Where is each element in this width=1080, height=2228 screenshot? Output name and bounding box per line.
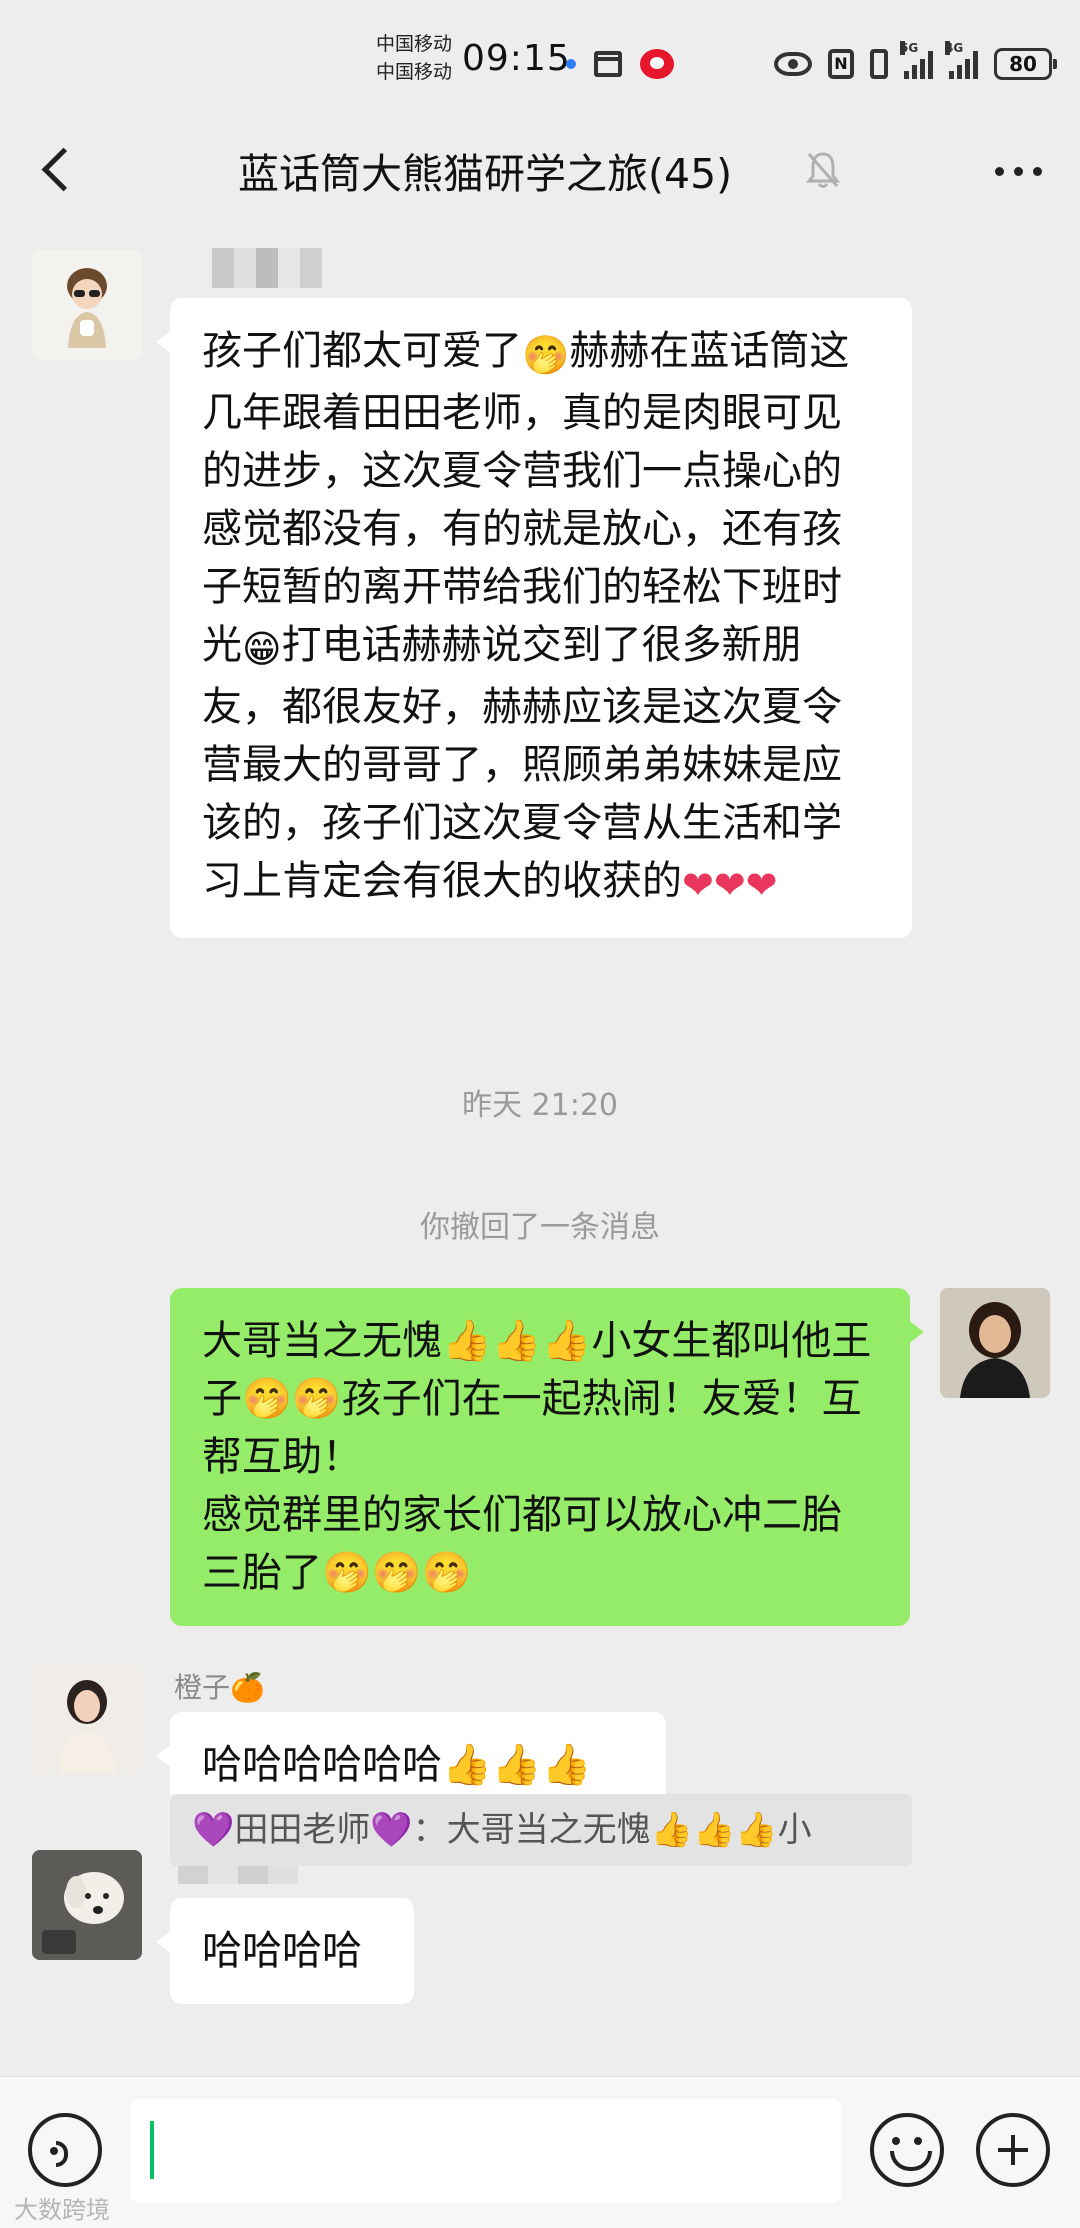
- timestamp: 昨天 21:20: [462, 1088, 618, 1123]
- battery-icon: 80: [994, 48, 1057, 80]
- carrier-labels: 中国移动 中国移动: [376, 30, 466, 86]
- self-message-bubble[interactable]: 大哥当之无愧👍👍👍小女生都叫他王子🤭🤭孩子们在一起热闹！友爱！互帮互助！ 感觉群…: [170, 1288, 924, 1626]
- dog-avatar: [32, 1850, 142, 1960]
- calendar-icon: [594, 51, 622, 77]
- notification-dot-icon: [566, 59, 576, 69]
- more-icon[interactable]: [988, 146, 1048, 196]
- cartoon-girl-avatar: [32, 250, 142, 360]
- network-5g-label: 5G: [900, 41, 919, 55]
- status-notification-icons: [566, 44, 674, 84]
- portrait-avatar: [940, 1288, 1050, 1398]
- message-input[interactable]: [130, 2099, 842, 2203]
- nfc-icon: N: [828, 49, 854, 79]
- carrier-1: 中国移动: [376, 33, 453, 55]
- signal-5g-icon: 5G: [900, 41, 933, 79]
- voice-icon[interactable]: [28, 2113, 102, 2187]
- blurred-sender-name: [212, 248, 322, 288]
- quoted-message[interactable]: 💜田田老师💜：大哥当之无愧👍👍👍小: [170, 1794, 912, 1866]
- status-time: 09:15: [462, 38, 571, 79]
- recall-notice: 你撤回了一条消息: [420, 1210, 660, 1245]
- message-text: 哈哈哈哈: [202, 1928, 362, 1974]
- chat-title[interactable]: 蓝话筒大熊猫研学之旅(45): [238, 140, 732, 200]
- status-system-icons: N 5G 4G 80: [774, 41, 1057, 84]
- signal-4g-icon: 4G: [945, 41, 978, 79]
- plus-icon[interactable]: [976, 2113, 1050, 2187]
- message-text: 哈哈哈哈哈哈👍👍👍: [202, 1742, 592, 1788]
- woman-avatar: [32, 1664, 142, 1774]
- message-bubble[interactable]: 孩子们都太可爱了🤭赫赫在蓝话筒这几年跟着田田老师，真的是肉眼可见的进步，这次夏令…: [156, 298, 912, 938]
- self-avatar[interactable]: [940, 1288, 1050, 1398]
- heart-emojis: ❤❤❤: [682, 863, 778, 907]
- input-bar: [0, 2076, 1080, 2228]
- status-bar: 中国移动 中国移动 09:15 N 5G 4G 80: [0, 0, 1080, 116]
- chat-header: 蓝话筒大熊猫研学之旅(45): [0, 116, 1080, 228]
- text-caret: [150, 2121, 154, 2179]
- emoji-icon[interactable]: [870, 2113, 944, 2187]
- message-bubble[interactable]: 哈哈哈哈: [156, 1898, 414, 2004]
- weibo-icon: [640, 49, 674, 79]
- message-text: 感觉群里的家长们都可以放心冲二胎三胎了🤭🤭🤭: [202, 1492, 842, 1596]
- back-icon[interactable]: [30, 138, 90, 198]
- eye-comfort-icon: [774, 52, 812, 76]
- carrier-2: 中国移动: [376, 61, 453, 83]
- emoji: 🤭: [522, 333, 570, 377]
- avatar[interactable]: [32, 250, 142, 360]
- mute-bell-icon: [806, 152, 840, 188]
- sender-name: 橙子🍊: [174, 1671, 265, 1704]
- message-text: 孩子们都太可爱了: [202, 328, 522, 374]
- emoji: 😁: [242, 627, 282, 671]
- avatar[interactable]: [32, 1850, 142, 1960]
- vibrate-icon: [870, 49, 888, 79]
- watermark: 大数跨境: [14, 2196, 110, 2224]
- message-text: 大哥当之无愧👍👍👍小女生都叫他王子🤭🤭孩子们在一起热闹！友爱！互帮互助！: [202, 1318, 872, 1480]
- network-4g-label: 4G: [945, 41, 964, 55]
- avatar[interactable]: [32, 1664, 142, 1774]
